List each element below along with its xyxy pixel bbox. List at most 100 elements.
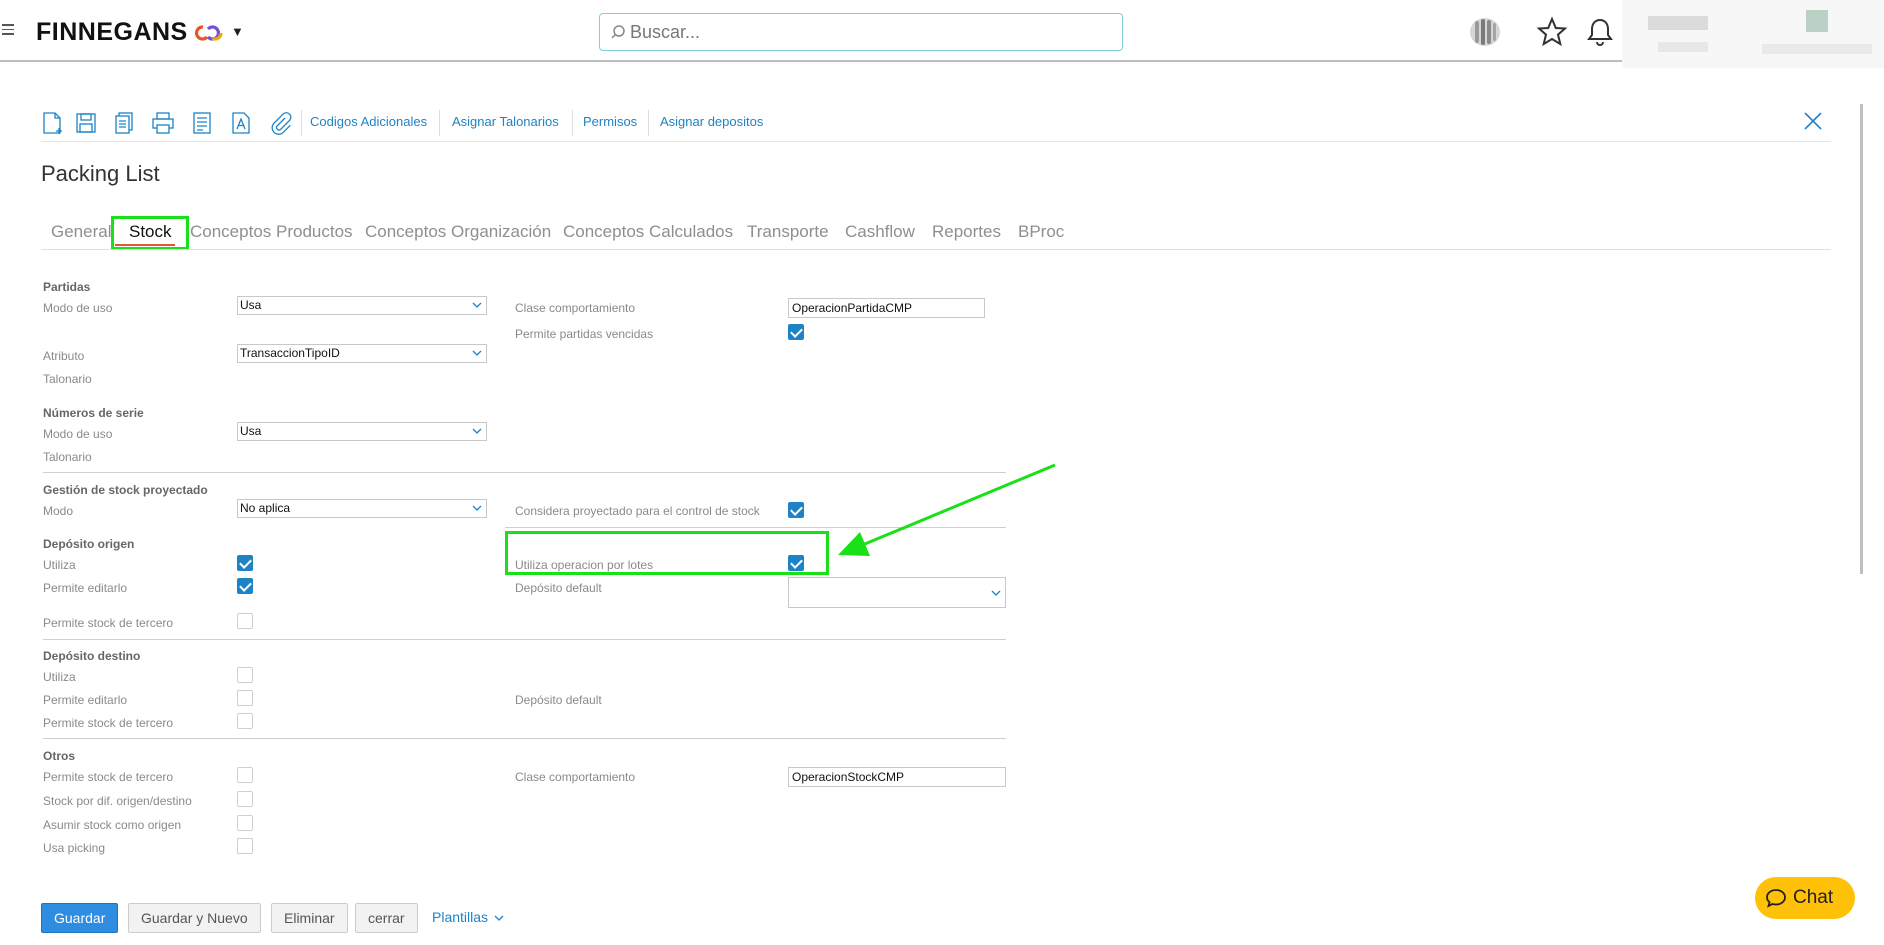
tabs-divider <box>41 249 1831 250</box>
annotation-arrow <box>838 463 1056 556</box>
chevron-down-icon <box>494 915 504 921</box>
tab-reportes[interactable]: Reportes <box>932 222 1001 242</box>
otros-tercero-checkbox[interactable] <box>237 767 253 783</box>
partidas-modo-uso-label: Modo de uso <box>43 301 113 315</box>
chevron-down-icon[interactable]: ▼ <box>231 24 244 39</box>
otros-asumir-label: Asumir stock como origen <box>43 818 182 832</box>
toolbar-separator <box>439 110 440 136</box>
eliminar-button[interactable]: Eliminar <box>271 903 348 933</box>
proyectado-modo-select[interactable]: No aplica <box>237 499 487 518</box>
destino-tercero-checkbox[interactable] <box>237 713 253 729</box>
otros-clase-label: Clase comportamiento <box>515 770 636 784</box>
plantillas-dropdown[interactable]: Plantillas <box>432 909 504 925</box>
origen-utiliza-checkbox[interactable] <box>237 555 253 571</box>
origen-tercero-checkbox[interactable] <box>237 613 253 629</box>
new-document-icon[interactable] <box>39 110 65 136</box>
origen-default-select[interactable] <box>788 577 1006 608</box>
series-modo-uso-select[interactable]: Usa <box>237 422 487 441</box>
partidas-atributo-value: TransaccionTipoID <box>240 346 340 360</box>
destino-section-title: Depósito destino <box>43 649 141 663</box>
bell-icon[interactable] <box>1584 16 1616 48</box>
origen-section-title: Depósito origen <box>43 537 135 551</box>
page-title: Packing List <box>41 161 160 186</box>
top-bar: FINNEGANS ▼ <box>0 0 1884 68</box>
toolbar-separator <box>301 110 302 136</box>
series-modo-uso-label: Modo de uso <box>43 427 113 441</box>
close-icon[interactable] <box>1802 110 1824 132</box>
destino-editar-checkbox[interactable] <box>237 690 253 706</box>
star-icon[interactable] <box>1536 16 1568 48</box>
search-box[interactable] <box>599 13 1123 51</box>
tab-conceptos-productos[interactable]: Conceptos Productos <box>190 222 353 242</box>
proyectado-section-title: Gestión de stock proyectado <box>43 483 208 497</box>
guardar-button[interactable]: Guardar <box>41 903 119 933</box>
chevron-down-icon <box>472 428 482 434</box>
lotes-highlight-box <box>505 531 829 575</box>
otros-tercero-label: Permite stock de tercero <box>43 770 174 784</box>
chevron-down-icon <box>472 302 482 308</box>
permisos-link[interactable]: Permisos <box>583 114 637 129</box>
proyectado-modo-label: Modo <box>43 504 74 518</box>
section-divider <box>43 639 1006 640</box>
partidas-vencidas-label: Permite partidas vencidas <box>515 327 654 341</box>
asignar-depositos-link[interactable]: Asignar depositos <box>660 114 763 129</box>
partidas-clase-input[interactable]: OperacionPartidaCMP <box>788 298 985 318</box>
tab-cashflow[interactable]: Cashflow <box>845 222 915 242</box>
destino-editar-label: Permite editarlo <box>43 693 128 707</box>
print-icon[interactable] <box>150 110 176 136</box>
otros-picking-label: Usa picking <box>43 841 106 855</box>
destino-utiliza-checkbox[interactable] <box>237 667 253 683</box>
origen-default-label: Depósito default <box>515 581 602 595</box>
tab-conceptos-organizacion[interactable]: Conceptos Organización <box>365 222 551 242</box>
partidas-talonario-label: Talonario <box>43 372 92 386</box>
otros-asumir-checkbox[interactable] <box>237 815 253 831</box>
menu-icon[interactable] <box>2 24 14 35</box>
chat-label: Chat <box>1793 887 1834 908</box>
user-profile-block[interactable] <box>1622 0 1884 68</box>
paperclip-icon[interactable] <box>267 110 293 136</box>
partidas-modo-uso-value: Usa <box>240 298 262 312</box>
tab-transporte[interactable]: Transporte <box>747 222 829 242</box>
tab-conceptos-calculados[interactable]: Conceptos Calculados <box>563 222 733 242</box>
guardar-y-nuevo-button[interactable]: Guardar y Nuevo <box>128 903 261 933</box>
chat-bubble-icon <box>1766 889 1786 908</box>
chevron-down-icon <box>472 505 482 511</box>
codigos-adicionales-link[interactable]: Codigos Adicionales <box>310 114 427 129</box>
toolbar-divider <box>41 141 1831 142</box>
destino-tercero-label: Permite stock de tercero <box>43 716 174 730</box>
list-document-icon[interactable] <box>189 110 215 136</box>
scrollbar[interactable] <box>1860 104 1863 574</box>
chat-button[interactable]: Chat <box>1755 877 1855 919</box>
chevron-down-icon <box>991 590 1001 596</box>
search-input[interactable] <box>630 20 1110 44</box>
proyectado-considera-checkbox[interactable] <box>788 502 804 518</box>
logo-text: FINNEGANS <box>36 18 188 46</box>
series-section-title: Números de serie <box>43 406 144 420</box>
series-modo-uso-value: Usa <box>240 424 262 438</box>
origen-tercero-label: Permite stock de tercero <box>43 616 174 630</box>
destino-utiliza-label: Utiliza <box>43 670 76 684</box>
partidas-atributo-select[interactable]: TransaccionTipoID <box>237 344 487 363</box>
save-icon[interactable] <box>73 110 99 136</box>
otros-clase-input[interactable]: OperacionStockCMP <box>788 767 1006 787</box>
cerrar-button[interactable]: cerrar <box>355 903 418 933</box>
partidas-modo-uso-select[interactable]: Usa <box>237 296 487 315</box>
partidas-clase-label: Clase comportamiento <box>515 301 636 315</box>
asignar-talonarios-link[interactable]: Asignar Talonarios <box>452 114 559 129</box>
otros-picking-checkbox[interactable] <box>237 838 253 854</box>
otros-dif-label: Stock por dif. origen/destino <box>43 794 192 808</box>
tab-general[interactable]: General <box>51 222 111 242</box>
copy-icon[interactable] <box>111 110 137 136</box>
partidas-vencidas-checkbox[interactable] <box>788 324 804 340</box>
text-document-icon[interactable] <box>228 110 254 136</box>
tab-bproc[interactable]: BProc <box>1018 222 1064 242</box>
origen-utiliza-label: Utiliza <box>43 558 76 572</box>
origen-editar-checkbox[interactable] <box>237 578 253 594</box>
otros-dif-checkbox[interactable] <box>237 791 253 807</box>
logo-mark-icon <box>194 25 223 41</box>
search-icon <box>611 25 625 39</box>
section-divider <box>43 738 1006 739</box>
otros-section-title: Otros <box>43 749 76 763</box>
stock-tab-highlight <box>111 216 189 250</box>
spinner-app-icon[interactable] <box>1469 16 1501 48</box>
